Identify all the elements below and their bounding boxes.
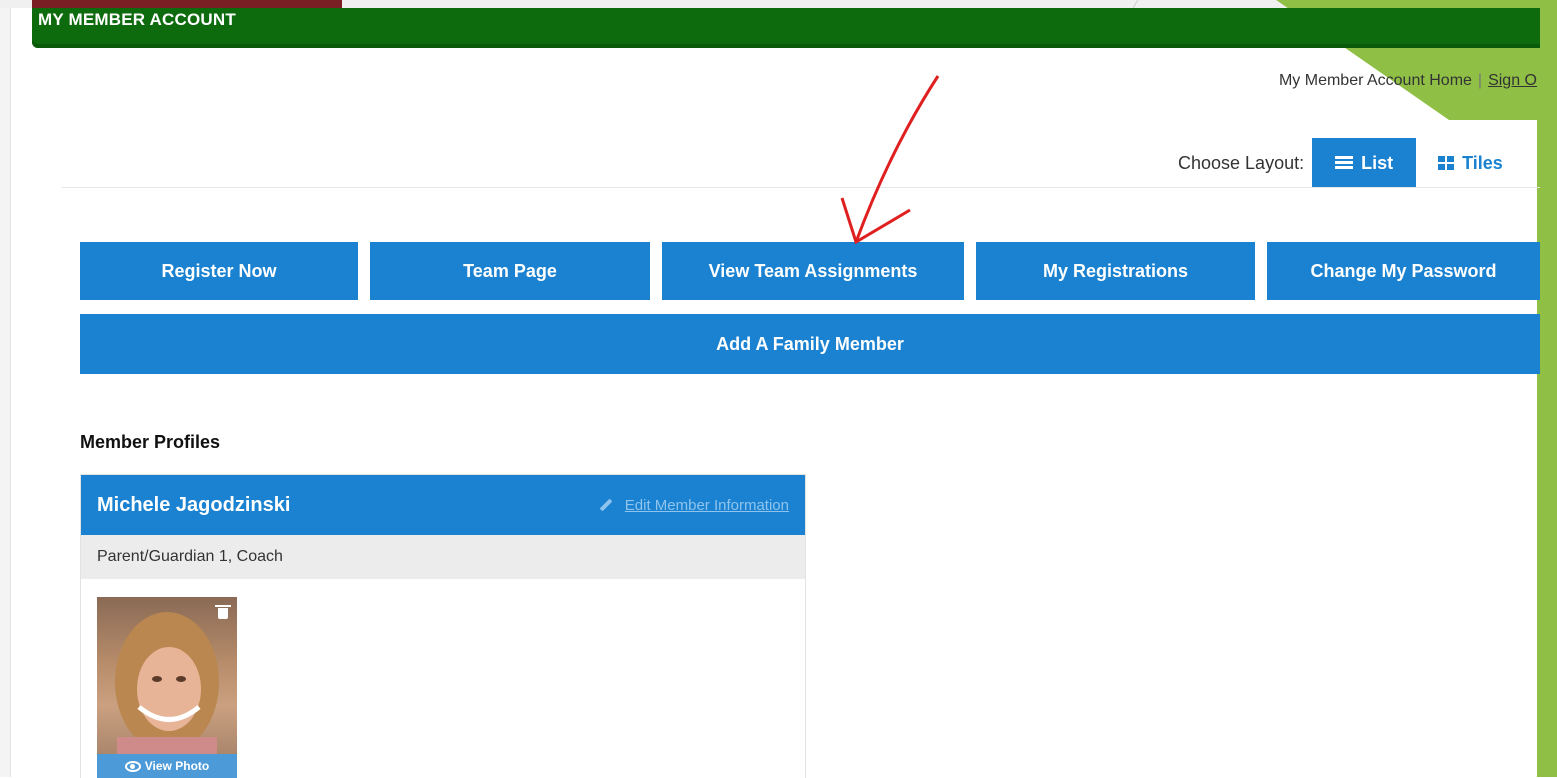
member-name: Michele Jagodzinski bbox=[97, 493, 291, 516]
left-edge bbox=[0, 0, 11, 777]
my-registrations-button[interactable]: My Registrations bbox=[976, 242, 1255, 300]
link-separator: | bbox=[1477, 72, 1483, 89]
add-family-member-button[interactable]: Add A Family Member bbox=[80, 314, 1540, 374]
profile-card-header: Michele Jagodzinski Edit Member Informat… bbox=[81, 475, 805, 535]
maroon-tab bbox=[32, 0, 342, 8]
decorative-side-bar bbox=[1537, 0, 1557, 777]
delete-photo-icon[interactable] bbox=[215, 605, 231, 619]
account-home-link[interactable]: My Member Account Home bbox=[1279, 72, 1472, 89]
view-photo-label: View Photo bbox=[144, 759, 210, 773]
account-header: MY MEMBER ACCOUNT bbox=[32, 8, 1540, 48]
list-layout-label: List bbox=[1361, 152, 1394, 173]
annotation-arrow bbox=[840, 75, 940, 245]
member-profiles-title: Member Profiles bbox=[80, 432, 221, 452]
divider bbox=[62, 187, 1540, 188]
account-links: My Member Account Home | Sign O bbox=[1279, 72, 1537, 90]
grid-icon bbox=[1438, 156, 1455, 170]
register-now-button[interactable]: Register Now bbox=[80, 242, 358, 300]
layout-chooser: Choose Layout: List Tiles bbox=[1178, 138, 1503, 188]
eye-icon bbox=[124, 760, 141, 772]
change-password-button[interactable]: Change My Password bbox=[1267, 242, 1540, 300]
member-role: Parent/Guardian 1, Coach bbox=[81, 535, 805, 579]
member-photo: View Photo bbox=[97, 597, 237, 778]
pencil-icon bbox=[599, 498, 613, 512]
member-photo-image bbox=[115, 612, 219, 778]
edit-member-label: Edit Member Information bbox=[624, 496, 789, 514]
view-photo-button[interactable]: View Photo bbox=[97, 754, 237, 778]
member-profile-card: Michele Jagodzinski Edit Member Informat… bbox=[80, 474, 806, 778]
page-title: MY MEMBER ACCOUNT bbox=[38, 10, 236, 29]
team-page-button[interactable]: Team Page bbox=[370, 242, 650, 300]
sign-out-link[interactable]: Sign O bbox=[1488, 72, 1537, 89]
list-layout-button[interactable]: List bbox=[1312, 138, 1417, 188]
layout-label: Choose Layout: bbox=[1178, 152, 1305, 173]
tiles-layout-button[interactable]: Tiles bbox=[1416, 138, 1503, 188]
list-icon bbox=[1335, 156, 1354, 170]
edit-member-link[interactable]: Edit Member Information bbox=[599, 497, 789, 514]
tiles-layout-label: Tiles bbox=[1462, 152, 1503, 173]
view-team-assignments-button[interactable]: View Team Assignments bbox=[662, 242, 964, 300]
